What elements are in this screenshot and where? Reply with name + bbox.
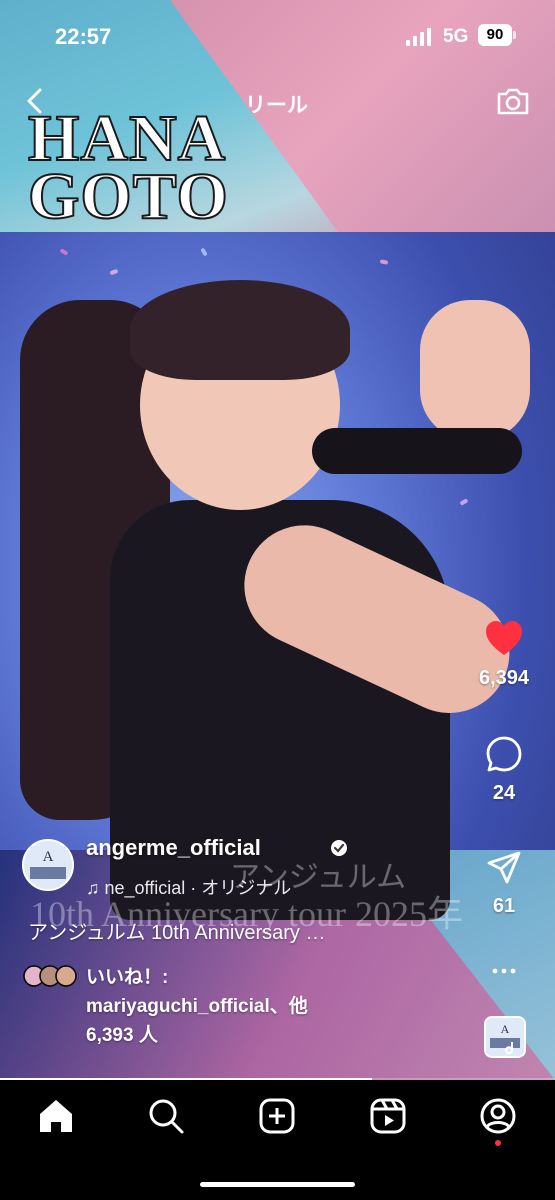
profile-icon (480, 1098, 516, 1134)
liked-by-user: mariyaguchi_official、他 (86, 996, 308, 1017)
more-icon (492, 968, 516, 974)
performer-hand (420, 300, 530, 440)
comment-icon (486, 736, 522, 772)
tab-search[interactable] (146, 1096, 186, 1136)
home-icon (40, 1100, 72, 1132)
account-username[interactable]: angerme_official (86, 835, 261, 861)
logo-line-2: GOTO (27, 160, 229, 233)
share-button[interactable]: 61 (459, 850, 549, 918)
comment-count: 24 (492, 782, 516, 804)
send-icon (487, 851, 521, 884)
status-bar: 22:57 5G 90 (0, 0, 555, 70)
battery-level: 90 (486, 26, 504, 43)
add-square-icon (259, 1098, 295, 1134)
back-button[interactable] (20, 84, 50, 118)
music-note-icon: ♫ (86, 878, 105, 898)
tab-home[interactable] (36, 1096, 76, 1136)
like-button[interactable]: 6,394 (459, 620, 549, 690)
share-count: 61 (492, 895, 516, 917)
page-title: リール (245, 94, 308, 117)
battery-tip (513, 31, 516, 39)
reels-icon (370, 1098, 406, 1134)
audio-label: ne_official · オリジナル (104, 878, 292, 898)
tab-create[interactable] (257, 1096, 297, 1136)
verified-badge-icon (331, 840, 347, 856)
notification-dot (495, 1140, 501, 1146)
svg-text:A: A (501, 1022, 510, 1036)
battery-icon: 90 (478, 24, 512, 46)
video-logo: HANA GOTO (27, 105, 268, 233)
liker-avatars (22, 964, 78, 988)
group-logo-icon: A (24, 841, 72, 889)
heart-icon (486, 621, 522, 655)
camera-button[interactable] (494, 82, 532, 120)
signal-icon (406, 28, 431, 46)
liker-avatar-icons (23, 965, 77, 987)
post-caption[interactable]: アンジュルム 10th Anniversary … (28, 916, 326, 945)
svg-text:A: A (43, 849, 54, 865)
chevron-left-icon (27, 88, 42, 114)
more-options-button[interactable] (459, 958, 549, 989)
liked-by-summary[interactable]: いいね！: mariyaguchi_official、他 6,393 人 (86, 963, 308, 1050)
audio-attribution[interactable]: ♫ ne_official · オリジナル (86, 874, 291, 900)
liked-by-label: いいね！: (86, 967, 169, 988)
audio-track-thumbnail[interactable]: A (484, 1016, 526, 1058)
tab-reels[interactable] (368, 1096, 408, 1136)
status-time: 22:57 (55, 24, 112, 49)
network-label: 5G (443, 26, 469, 47)
tab-profile[interactable] (478, 1096, 518, 1136)
comment-button[interactable]: 24 (459, 735, 549, 805)
search-icon (149, 1099, 184, 1134)
liked-by-count: 6,393 人 (86, 1025, 158, 1046)
camera-icon (497, 88, 529, 115)
performer-bangs (130, 280, 350, 380)
microphone (312, 428, 522, 474)
account-avatar[interactable]: A (22, 839, 74, 891)
home-indicator (200, 1182, 355, 1187)
reels-screen: HANA GOTO アンジュルム 10th Anniversary tour 2… (0, 0, 555, 1200)
like-count: 6,394 (478, 667, 530, 689)
group-logo-icon: A (486, 1018, 524, 1056)
